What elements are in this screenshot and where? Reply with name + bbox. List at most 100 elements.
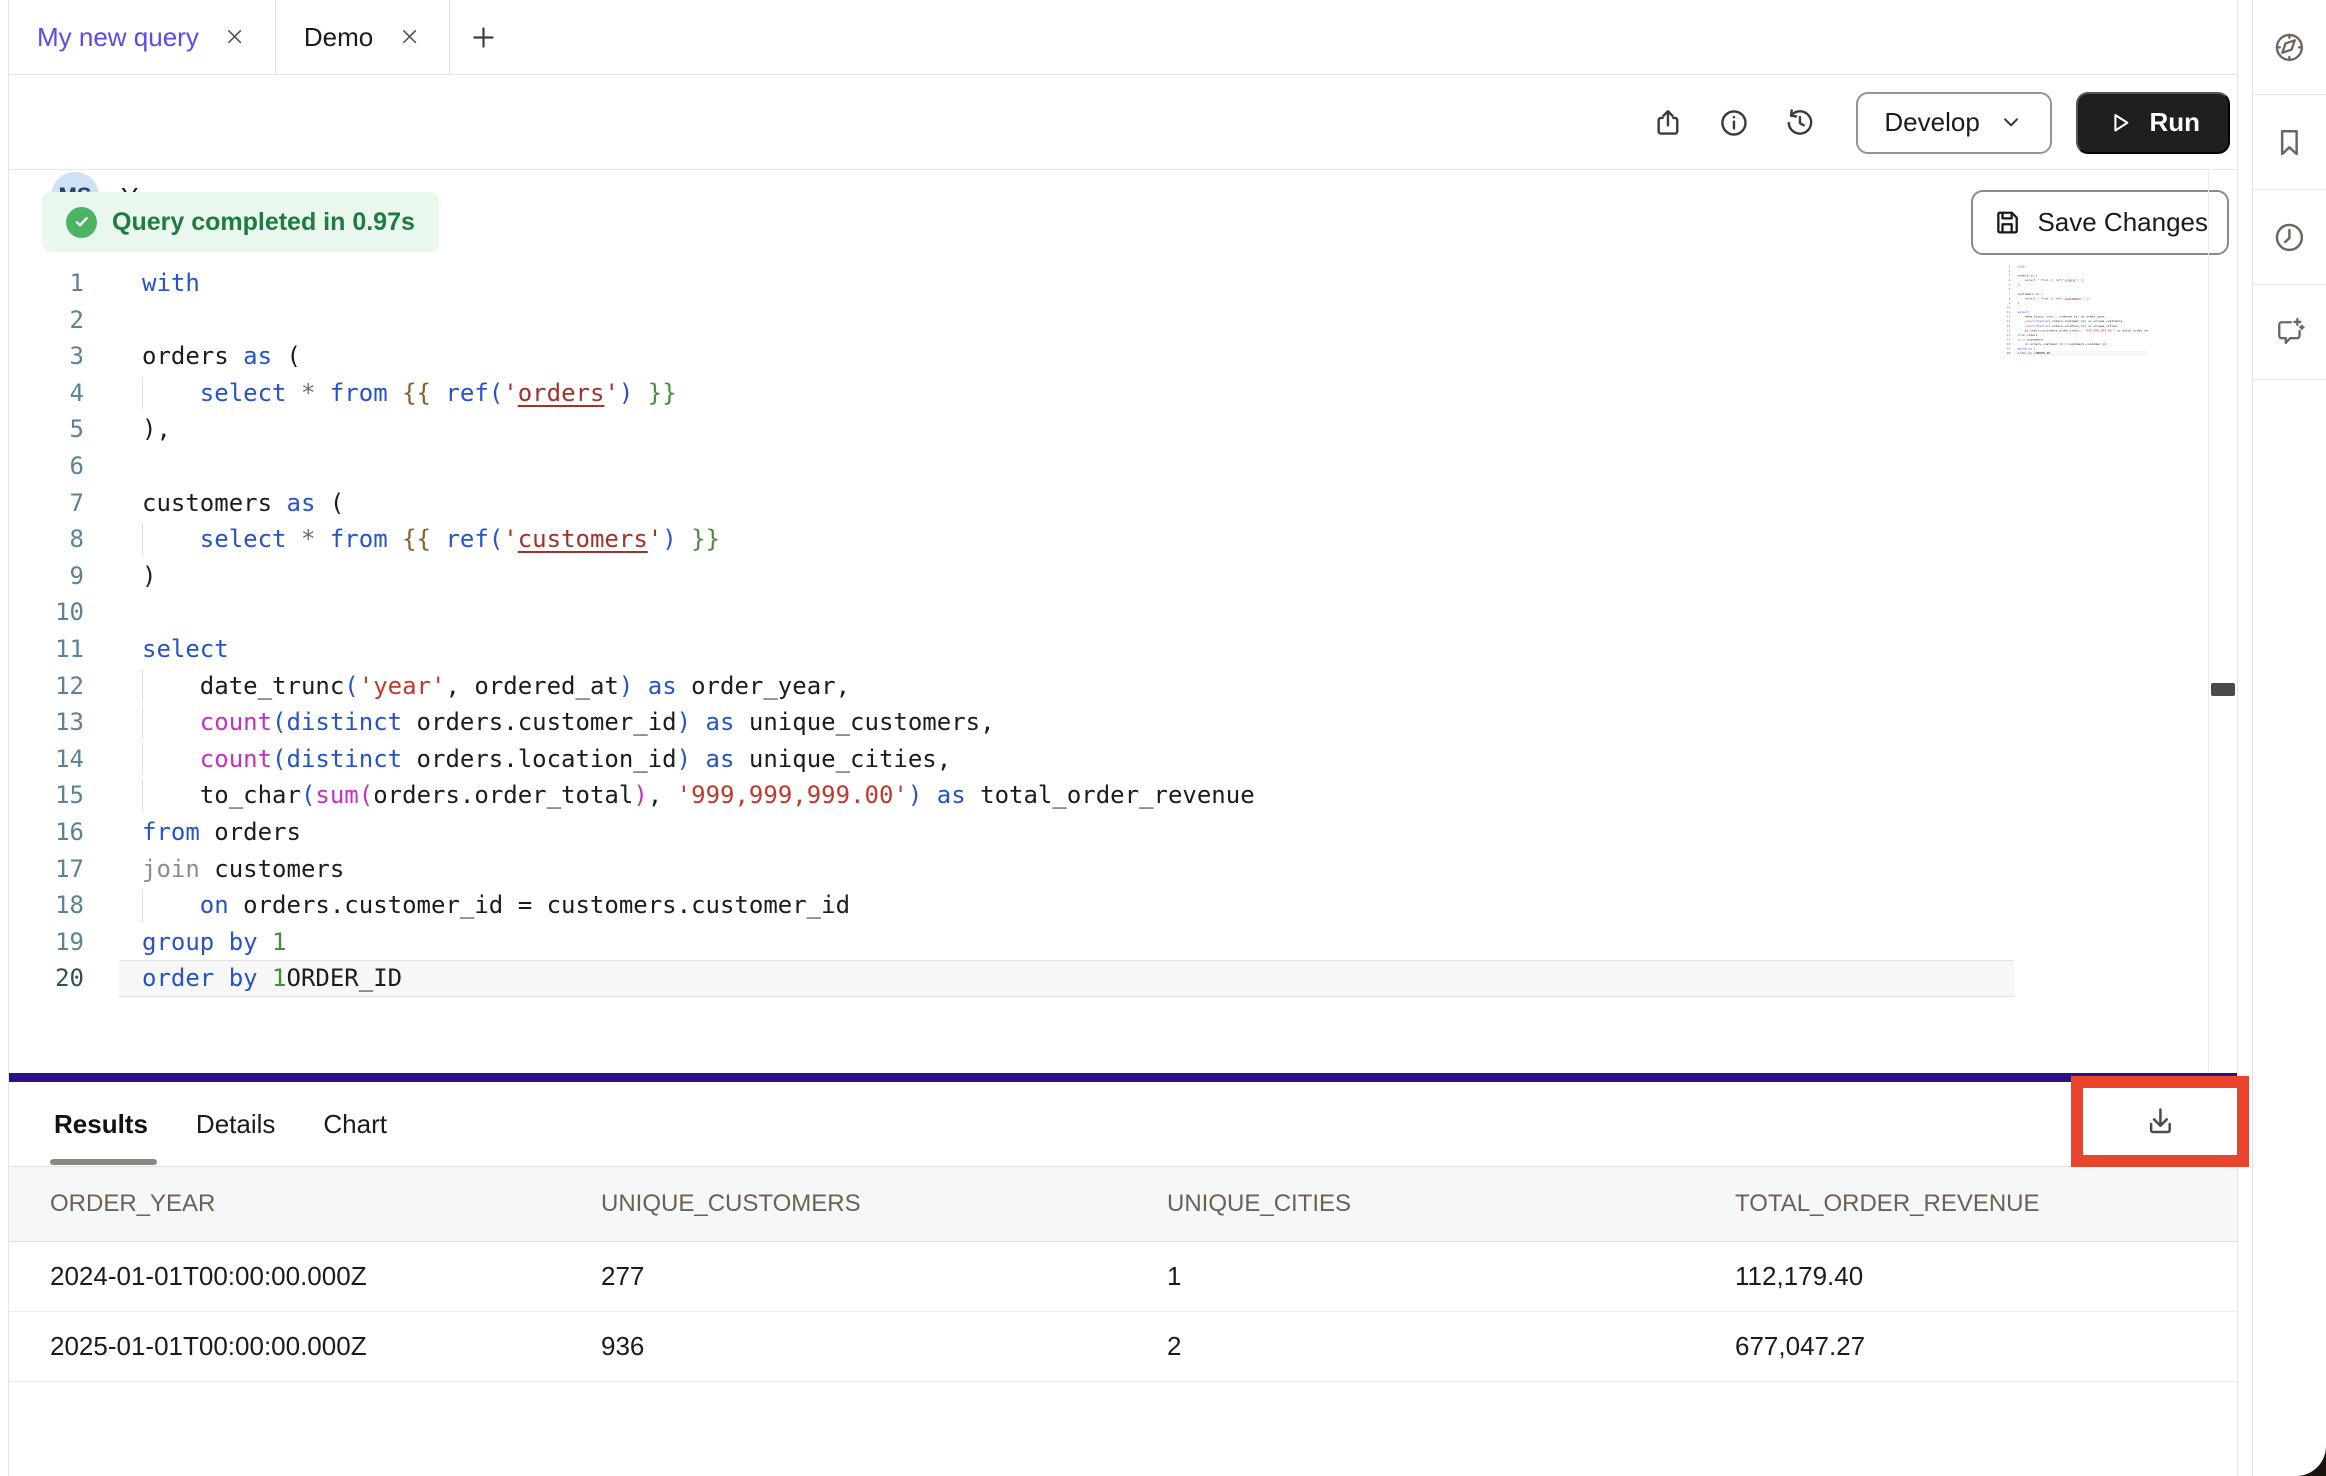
editor-minimap[interactable]: 1with23orders as (4 select * from {{ ref… [2001,264,2148,356]
results-tab-results[interactable]: Results [54,1109,148,1140]
sidebar-button-clock[interactable] [2253,190,2326,285]
develop-button[interactable]: Develop [1856,92,2052,154]
table-cell: 936 [601,1331,1167,1362]
code-line-8[interactable]: 8 select * from {{ ref('customers') }} [9,521,2208,558]
code-line-9[interactable]: 9) [9,558,2208,595]
info-button[interactable] [1712,101,1756,145]
code-text: from orders [99,814,301,851]
code-line-5[interactable]: 5), [9,411,2208,448]
bookmark-icon [2272,125,2307,160]
history-button[interactable] [1778,101,1822,145]
code-text: ) [99,558,156,595]
line-number: 18 [9,887,99,924]
code-line-20[interactable]: 20order by 1ORDER_ID [9,960,2208,997]
code-text: to_char(sum(orders.order_total), '999,99… [99,777,1255,814]
download-highlight-box [2071,1076,2249,1167]
code-text: date_trunc('year', ordered_at) as order_… [99,668,850,705]
line-number: 7 [9,485,99,522]
editor-tab-bar: My new query Demo [9,0,2237,75]
download-results-button[interactable] [2130,1092,2190,1152]
line-number: 2 [9,302,99,339]
run-button[interactable]: Run [2076,92,2230,154]
table-cell: 2025-01-01T00:00:00.000Z [50,1331,601,1362]
editor-tab-demo[interactable]: Demo [276,0,450,74]
code-line-17[interactable]: 17join customers [9,851,2208,888]
line-number: 9 [9,558,99,595]
line-number: 6 [9,448,99,485]
line-number: 15 [9,777,99,814]
code-text: select * from {{ ref('orders') }} [99,375,677,412]
results-table: ORDER_YEARUNIQUE_CUSTOMERSUNIQUE_CITIEST… [9,1166,2237,1382]
run-button-label: Run [2149,107,2200,138]
sidebar-button-bookmark[interactable] [2253,95,2326,190]
code-line-7[interactable]: 7customers as ( [9,485,2208,522]
app-window: My new query Demo MS Your query Develop … [0,0,2326,1476]
column-header: UNIQUE_CUSTOMERS [601,1190,1167,1218]
code-text [99,448,142,485]
active-tab-underline [50,1159,157,1165]
code-text: count(distinct orders.customer_id) as un… [99,704,995,741]
sql-code-editor[interactable]: 1with23orders as (4 select * from {{ ref… [9,265,2208,997]
history-icon [1784,107,1816,139]
share-button[interactable] [1646,101,1690,145]
code-line-3[interactable]: 3orders as ( [9,338,2208,375]
status-badge: Query completed in 0.97s [42,192,439,252]
code-line-10[interactable]: 10 [9,594,2208,631]
sidebar-button-compass[interactable] [2253,0,2326,95]
save-changes-button[interactable]: Save Changes [1971,190,2229,255]
line-number: 20 [2001,351,2012,356]
code-text: order by 1ORDER_ID [2012,351,2050,356]
code-text: join customers [99,851,344,888]
chevron-down-icon [1998,109,2024,135]
check-circle-icon [66,207,97,238]
code-text: select [99,631,229,668]
code-text: select * from {{ ref('customers') }} [99,521,720,558]
new-tab-button[interactable] [450,0,516,74]
develop-button-label: Develop [1884,107,1979,138]
chat-sparkle-icon [2272,315,2307,350]
code-line-14[interactable]: 14 count(distinct orders.location_id) as… [9,741,2208,778]
table-cell: 112,179.40 [1735,1261,2237,1292]
code-text: ), [99,411,171,448]
line-number: 16 [9,814,99,851]
save-changes-label: Save Changes [2037,207,2208,238]
status-message: Query completed in 0.97s [112,208,415,237]
code-text: orders as ( [99,338,301,375]
line-number: 10 [9,594,99,631]
sidebar-button-chat-sparkle[interactable] [2253,285,2326,380]
close-icon[interactable] [223,25,247,49]
column-header: TOTAL_ORDER_REVENUE [1735,1190,2237,1218]
close-icon[interactable] [397,25,421,49]
panel-splitter[interactable] [9,1073,2237,1082]
editor-scrollbar-thumb[interactable] [2211,683,2235,696]
line-number: 4 [9,375,99,412]
code-line-20[interactable]: 20order by 1ORDER_ID [2001,351,2148,356]
code-text: count(distinct orders.location_id) as un… [99,741,951,778]
column-header: ORDER_YEAR [50,1190,601,1218]
code-line-13[interactable]: 13 count(distinct orders.customer_id) as… [9,704,2208,741]
column-header: UNIQUE_CITIES [1167,1190,1735,1218]
code-line-18[interactable]: 18 on orders.customer_id = customers.cus… [9,887,2208,924]
code-line-1[interactable]: 1with [9,265,2208,302]
line-number: 13 [9,704,99,741]
code-line-6[interactable]: 6 [9,448,2208,485]
code-line-4[interactable]: 4 select * from {{ ref('orders') }} [9,375,2208,412]
results-tab-chart[interactable]: Chart [323,1109,387,1140]
code-text [99,302,142,339]
editor-tab-my-new-query[interactable]: My new query [9,0,276,74]
code-line-16[interactable]: 16from orders [9,814,2208,851]
table-row[interactable]: 2025-01-01T00:00:00.000Z9362677,047.27 [9,1312,2237,1382]
code-line-15[interactable]: 15 to_char(sum(orders.order_total), '999… [9,777,2208,814]
line-number: 19 [9,924,99,961]
code-line-11[interactable]: 11select [9,631,2208,668]
results-tab-details[interactable]: Details [196,1109,275,1140]
code-line-19[interactable]: 19group by 1 [9,924,2208,961]
line-number: 14 [9,741,99,778]
line-number: 17 [9,851,99,888]
save-icon [1992,207,2022,237]
code-line-12[interactable]: 12 date_trunc('year', ordered_at) as ord… [9,668,2208,705]
table-row[interactable]: 2024-01-01T00:00:00.000Z2771112,179.40 [9,1242,2237,1312]
code-line-2[interactable]: 2 [9,302,2208,339]
main-pane-right-border [2237,0,2238,1476]
play-icon [2106,109,2134,137]
